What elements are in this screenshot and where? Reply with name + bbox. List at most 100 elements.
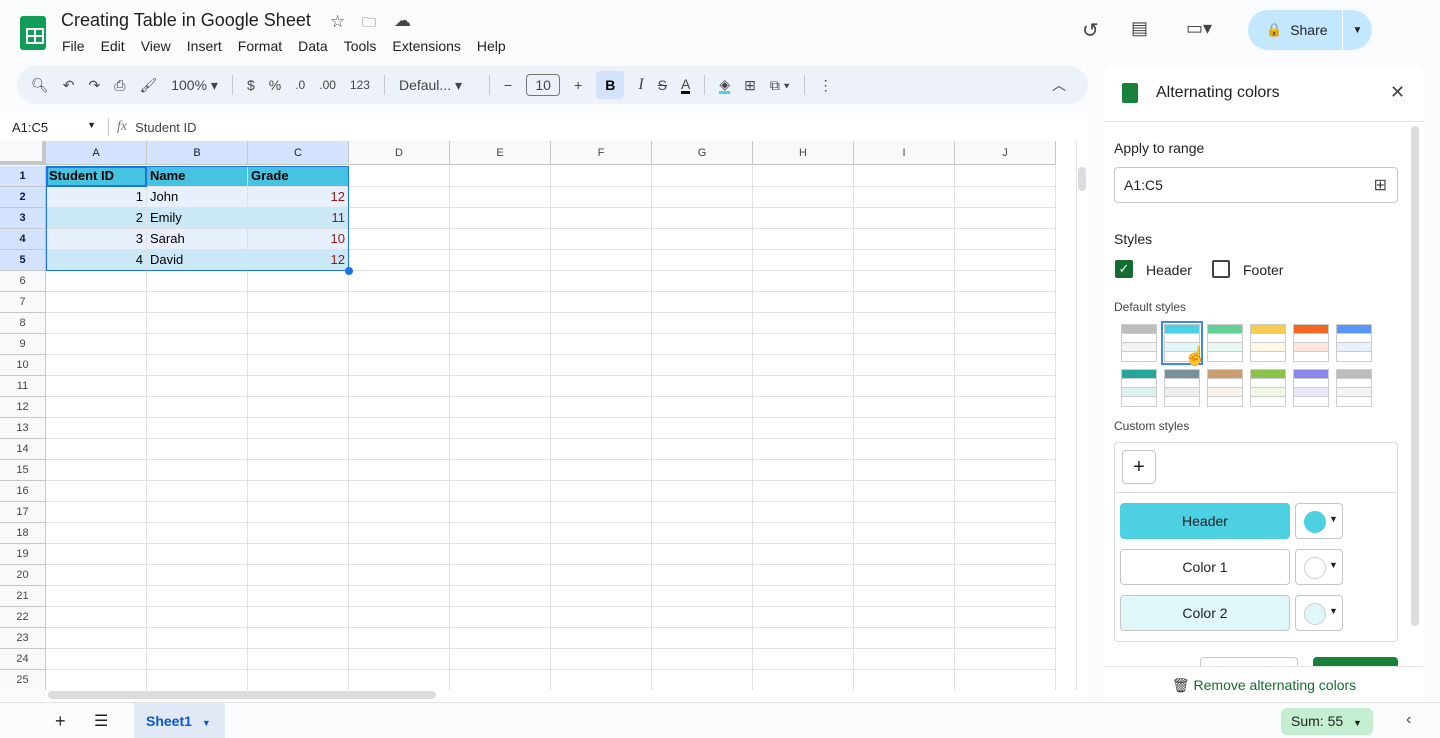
cell[interactable] <box>854 355 955 376</box>
cell[interactable] <box>551 208 652 229</box>
cell[interactable] <box>652 229 753 250</box>
style-swatch[interactable] <box>1250 324 1286 362</box>
cell[interactable] <box>551 481 652 502</box>
all-sheets-icon[interactable]: ☰ <box>94 711 108 731</box>
cell[interactable] <box>46 292 147 313</box>
column-header-H[interactable]: H <box>753 141 854 165</box>
row-header-11[interactable]: 11 <box>0 376 46 397</box>
row-header-2[interactable]: 2 <box>0 187 46 208</box>
row-header-25[interactable]: 25 <box>0 670 46 690</box>
cell[interactable] <box>46 397 147 418</box>
more-icon[interactable]: ⋮ <box>819 77 833 94</box>
cell[interactable] <box>854 166 955 187</box>
star-icon[interactable]: ☆ <box>330 12 345 32</box>
bold-button[interactable]: B <box>596 71 625 99</box>
sheet-tab[interactable]: Sheet1 ▼ <box>134 703 225 738</box>
column-header-F[interactable]: F <box>551 141 652 165</box>
column-header-D[interactable]: D <box>349 141 450 165</box>
cell-A5[interactable]: 4 <box>46 250 147 271</box>
cell-B5[interactable]: David <box>147 250 248 271</box>
cell[interactable] <box>955 187 1056 208</box>
cell[interactable] <box>349 565 450 586</box>
cell-C2[interactable]: 12 <box>248 187 349 208</box>
cell[interactable] <box>652 292 753 313</box>
cell[interactable] <box>652 250 753 271</box>
cell[interactable] <box>147 649 248 670</box>
cell[interactable] <box>450 229 551 250</box>
cell[interactable] <box>753 418 854 439</box>
cell[interactable] <box>955 481 1056 502</box>
cell[interactable] <box>349 523 450 544</box>
cell[interactable] <box>753 586 854 607</box>
cell[interactable] <box>753 628 854 649</box>
cell[interactable] <box>753 271 854 292</box>
cell[interactable] <box>349 481 450 502</box>
cell[interactable] <box>753 187 854 208</box>
cell[interactable] <box>147 397 248 418</box>
cell[interactable] <box>955 376 1056 397</box>
cell[interactable] <box>652 628 753 649</box>
sum-indicator[interactable]: Sum: 55 ▼ <box>1281 708 1373 735</box>
cell[interactable] <box>46 271 147 292</box>
cell[interactable] <box>349 229 450 250</box>
cell[interactable] <box>551 628 652 649</box>
row-header-23[interactable]: 23 <box>0 628 46 649</box>
range-input[interactable]: A1:C5 ⊞ <box>1114 167 1398 203</box>
merge-cells-icon[interactable]: ⧉ ▾ <box>770 77 790 94</box>
menu-data[interactable]: Data <box>298 38 328 54</box>
style-swatch[interactable] <box>1250 369 1286 407</box>
cell[interactable] <box>248 565 349 586</box>
cell[interactable] <box>248 355 349 376</box>
cell[interactable] <box>450 649 551 670</box>
cell[interactable] <box>349 397 450 418</box>
cell[interactable] <box>652 418 753 439</box>
cell[interactable] <box>955 292 1056 313</box>
cell[interactable] <box>753 481 854 502</box>
cell[interactable] <box>854 376 955 397</box>
cell[interactable] <box>854 481 955 502</box>
currency-button[interactable]: $ <box>247 77 255 93</box>
cell[interactable] <box>450 397 551 418</box>
cell-B2[interactable]: John <box>147 187 248 208</box>
cell[interactable] <box>551 523 652 544</box>
row-header-4[interactable]: 4 <box>0 229 46 250</box>
cell-A2[interactable]: 1 <box>46 187 147 208</box>
paint-format-icon[interactable]: 🖌︎ <box>139 77 157 94</box>
cell[interactable] <box>551 586 652 607</box>
font-size-input[interactable]: 10 <box>526 74 561 96</box>
cell[interactable] <box>147 502 248 523</box>
cell[interactable] <box>248 271 349 292</box>
cell[interactable] <box>349 271 450 292</box>
cell[interactable] <box>753 544 854 565</box>
cell[interactable] <box>551 376 652 397</box>
cell[interactable] <box>551 565 652 586</box>
menu-edit[interactable]: Edit <box>101 38 125 54</box>
cell[interactable] <box>147 439 248 460</box>
cell[interactable] <box>955 313 1056 334</box>
share-dropdown-icon[interactable]: ▼ <box>1353 25 1363 36</box>
cell[interactable] <box>955 418 1056 439</box>
cell[interactable] <box>854 334 955 355</box>
cell[interactable] <box>147 313 248 334</box>
cell[interactable] <box>955 649 1056 670</box>
cell[interactable] <box>147 586 248 607</box>
cell[interactable] <box>551 229 652 250</box>
cell[interactable] <box>46 481 147 502</box>
menu-tools[interactable]: Tools <box>344 38 377 54</box>
cell[interactable] <box>551 271 652 292</box>
column-header-C[interactable]: C <box>248 141 349 165</box>
cell[interactable] <box>955 670 1056 690</box>
cell[interactable] <box>450 523 551 544</box>
cell[interactable] <box>753 166 854 187</box>
panel-scrollbar[interactable] <box>1411 126 1419 626</box>
cell[interactable] <box>753 607 854 628</box>
row-header-15[interactable]: 15 <box>0 460 46 481</box>
cell[interactable] <box>955 250 1056 271</box>
cell[interactable] <box>652 607 753 628</box>
select-all-corner[interactable] <box>0 141 46 165</box>
row-header-5[interactable]: 5 <box>0 250 46 271</box>
cell-C3[interactable]: 11 <box>248 208 349 229</box>
cell[interactable] <box>349 376 450 397</box>
text-color-icon[interactable]: A <box>681 77 691 94</box>
name-box[interactable]: A1:C5 ▼ <box>0 120 100 135</box>
